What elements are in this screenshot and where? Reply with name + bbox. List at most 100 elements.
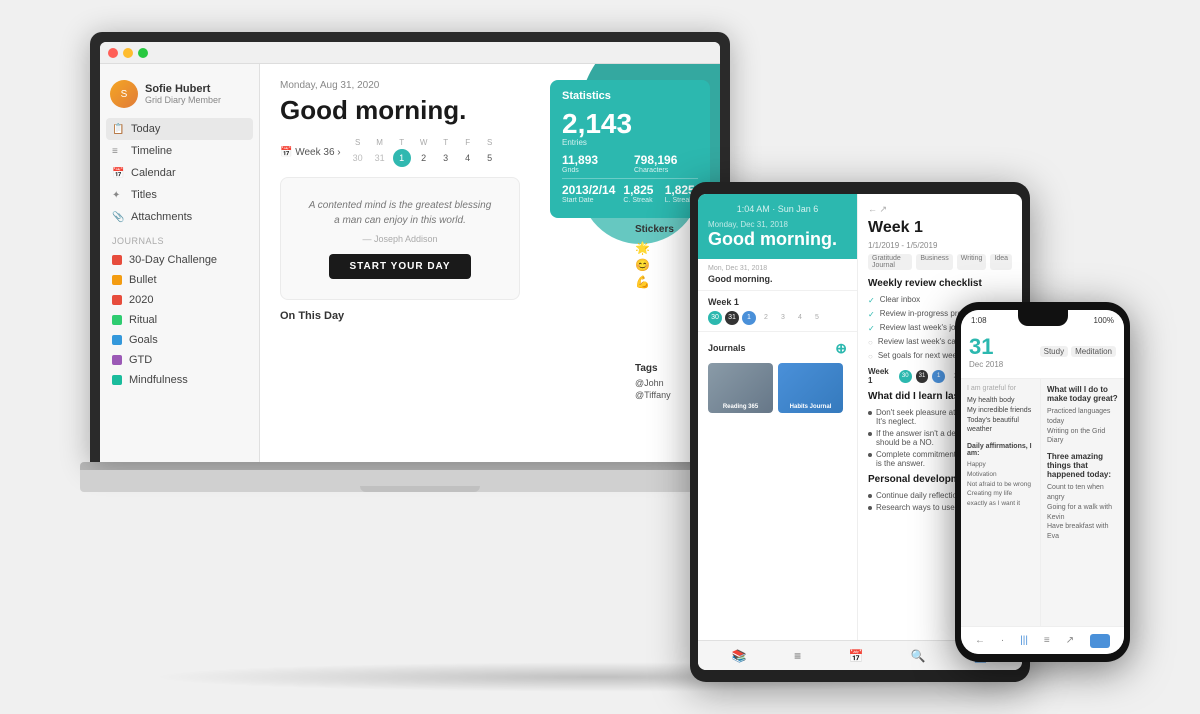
tablet-header: 1:04 AM · Sun Jan 6 Monday, Dec 31, 2018… <box>698 194 857 259</box>
journal-item-bullet[interactable]: Bullet <box>100 270 259 290</box>
laptop-screen-inner: S Sofie Hubert Grid Diary Member 📋 Today… <box>100 42 720 462</box>
week-day-3[interactable]: W 2 <box>415 138 433 167</box>
stats-row-2: 2013/2/14 Start Date 1,825 C. Streak 1,8… <box>562 183 698 204</box>
tablet-day-31: 31 <box>725 311 739 325</box>
sidebar-item-timeline[interactable]: ≡ Timeline <box>100 140 259 162</box>
phone-battery: 100% <box>1094 316 1114 325</box>
journal-thumb-1[interactable]: Habits Journal <box>778 363 843 413</box>
quote-author: — Joseph Addison <box>305 234 495 244</box>
journal-item-2020[interactable]: 2020 <box>100 290 259 310</box>
journal-item-mindfulness[interactable]: Mindfulness <box>100 370 259 390</box>
sidebar-item-attachments[interactable]: 📎 Attachments <box>100 206 259 228</box>
journal-item-30day[interactable]: 30-Day Challenge <box>100 250 259 270</box>
phone-back-icon[interactable]: ← <box>975 635 985 646</box>
laptop-body: S Sofie Hubert Grid Diary Member 📋 Today… <box>100 64 720 462</box>
phone-sticker-1: Meditation <box>1071 346 1116 357</box>
journal-item-goals[interactable]: Goals <box>100 330 259 350</box>
week-day-2[interactable]: T 1 <box>393 138 411 167</box>
phone-affirmations: Happy Motivation Not afraid to be wrong … <box>967 460 1034 509</box>
journal-thumb-0[interactable]: Reading 365 <box>708 363 773 413</box>
stats-grids-label: Grids <box>562 167 626 174</box>
stats-grids-num: 11,893 <box>562 153 626 167</box>
laptop-notch <box>80 462 740 470</box>
phone-share-icon[interactable]: ↗ <box>1066 635 1074 646</box>
stats-start-label: Start Date <box>562 197 615 204</box>
week-day-6[interactable]: S 5 <box>481 138 499 167</box>
journal-item-gtd[interactable]: GTD <box>100 350 259 370</box>
sticker-emoji-0: 🌟 <box>635 241 650 255</box>
close-dot[interactable] <box>108 48 118 58</box>
journal-item-ritual[interactable]: Ritual <box>100 310 259 330</box>
sidebar-item-titles[interactable]: ✦ Titles <box>100 184 259 206</box>
stats-grids: 11,893 Grids <box>562 153 626 174</box>
journal-ritual-label: Ritual <box>129 314 157 326</box>
phone-dot-icon[interactable]: · <box>1001 635 1004 646</box>
tablet-nav-book[interactable]: 📚 <box>732 649 747 663</box>
tablet-back-arrow[interactable]: ← ↗ <box>868 204 1012 215</box>
tablet-list-item-0[interactable]: Mon, Dec 31, 2018 Good morning. <box>698 259 857 291</box>
calendar-icon: 📅 <box>112 168 124 179</box>
phone-cta-button[interactable] <box>1090 634 1110 648</box>
week-day-0: S 30 <box>349 138 367 167</box>
phone-body: I am grateful for My health body My incr… <box>961 379 1124 626</box>
tablet-tag-1[interactable]: Business <box>916 254 952 270</box>
tablet-time: 1:04 AM · Sun Jan 6 <box>708 204 847 214</box>
tag-name-0: @John <box>635 378 664 388</box>
journal-dot-2020 <box>112 295 122 305</box>
start-your-day-button[interactable]: START YOUR DAY <box>329 254 470 279</box>
maximize-dot[interactable] <box>138 48 148 58</box>
tablet-greeting: Good morning. <box>708 229 847 251</box>
laptop: S Sofie Hubert Grid Diary Member 📋 Today… <box>80 32 740 612</box>
phone-sticker-0: Study <box>1040 346 1068 357</box>
stats-c-streak-label: C. Streak <box>623 197 656 204</box>
journal-dot-mindfulness <box>112 375 122 385</box>
sidebar-item-calendar[interactable]: 📅 Calendar <box>100 162 259 184</box>
tablet-nav-calendar[interactable]: 📅 <box>849 649 864 663</box>
timeline-icon: ≡ <box>112 146 124 157</box>
sidebar-profile: S Sofie Hubert Grid Diary Member <box>100 74 259 118</box>
phone-date-num: 31 <box>969 334 1003 360</box>
stats-entries-label: Entries <box>562 138 698 147</box>
phone-menu-icon[interactable]: ||| <box>1020 635 1028 646</box>
profile-info: Sofie Hubert Grid Diary Member <box>145 83 221 105</box>
tablet-nav-search[interactable]: 🔍 <box>911 649 926 663</box>
nav-attachments-label: Attachments <box>131 211 192 223</box>
add-journal-icon[interactable]: ⊕ <box>835 340 847 357</box>
profile-name: Sofie Hubert <box>145 83 221 95</box>
tablet-tag-3[interactable]: Idea <box>990 254 1012 270</box>
journals-section-label: Journals <box>100 228 259 250</box>
scene: S Sofie Hubert Grid Diary Member 📋 Today… <box>50 32 1150 682</box>
phone: 1:08 100% 31 Dec 2018 Study Meditation <box>955 302 1130 662</box>
nav-timeline-label: Timeline <box>131 145 172 157</box>
phone-right-panel: What will I do to make today great? Prac… <box>1041 379 1124 626</box>
tablet-tag-2[interactable]: Writing <box>957 254 987 270</box>
titles-icon: ✦ <box>112 190 124 201</box>
minimize-dot[interactable] <box>123 48 133 58</box>
avatar: S <box>110 80 138 108</box>
week-day-4[interactable]: T 3 <box>437 138 455 167</box>
journal-dot-30day <box>112 255 122 265</box>
stats-row-1: 11,893 Grids 798,196 Characters <box>562 153 698 174</box>
stats-chars-label: Characters <box>634 167 698 174</box>
tablet-nav-list[interactable]: ≡ <box>794 649 801 663</box>
stats-c-streak-num: 1,825 <box>623 183 656 197</box>
tablet-day-1: 1 <box>742 311 756 325</box>
stats-chars-num: 798,196 <box>634 153 698 167</box>
week-label: 📅 Week 36 › <box>280 147 341 158</box>
tablet-tag-0[interactable]: Gratitude Journal <box>868 254 912 270</box>
week-day-5[interactable]: F 4 <box>459 138 477 167</box>
tablet-date: Monday, Dec 31, 2018 <box>708 220 847 229</box>
phone-list-icon[interactable]: ≡ <box>1044 635 1050 646</box>
nav-titles-label: Titles <box>131 189 157 201</box>
sticker-emoji-2: 💪 <box>635 275 650 289</box>
laptop-base <box>80 470 760 492</box>
learn-bullet-0 <box>868 411 872 415</box>
phone-date-block: 31 Dec 2018 <box>969 334 1003 369</box>
tablet-week1-item[interactable]: Week 1 30 31 1 2 3 4 5 <box>698 291 857 332</box>
phone-header: 31 Dec 2018 Study Meditation <box>961 330 1124 379</box>
sidebar-item-today[interactable]: 📋 Today <box>106 118 253 140</box>
sticker-emoji-1: 😊 <box>635 258 650 272</box>
tablet-week1-label: Week 1 <box>708 297 847 307</box>
phone-time: 1:08 <box>971 316 987 325</box>
quote-text: A contented mind is the greatest blessin… <box>305 198 495 228</box>
